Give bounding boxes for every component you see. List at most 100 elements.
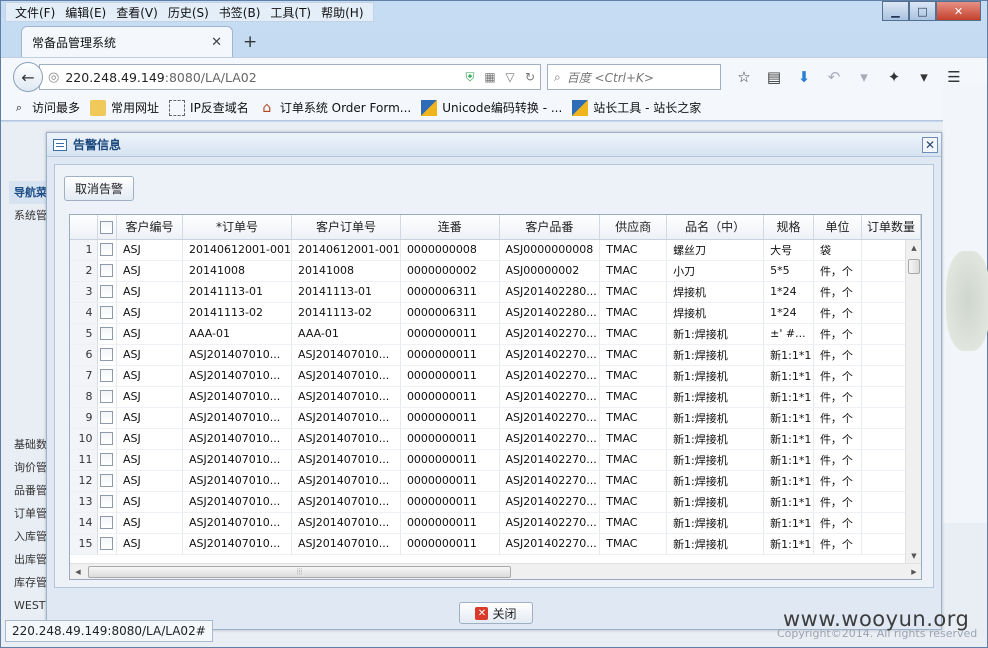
nav-inquiry[interactable]: 询价管 bbox=[9, 456, 49, 479]
shield-icon[interactable]: ⛨ bbox=[460, 70, 480, 85]
menu-view[interactable]: 查看(V) bbox=[111, 4, 163, 21]
addon-dropdown-icon[interactable]: ▾ bbox=[911, 66, 937, 88]
nav-basic-data[interactable]: 基础数 bbox=[9, 433, 49, 456]
nav-outbound[interactable]: 出库管 bbox=[9, 548, 49, 571]
column-header[interactable]: 供应商 bbox=[599, 215, 668, 240]
row-checkbox[interactable] bbox=[97, 323, 117, 345]
navigation-toolbar: ◎ 220.248.49.149:8080/LA/LA02 ⛨ ▦ ▽ ↻ ← … bbox=[1, 57, 987, 95]
row-checkbox[interactable] bbox=[97, 428, 117, 450]
row-checkbox[interactable] bbox=[97, 344, 117, 366]
dialog-close-icon[interactable]: ✕ bbox=[922, 136, 938, 153]
select-all-checkbox[interactable] bbox=[97, 215, 117, 240]
row-checkbox[interactable] bbox=[97, 281, 117, 303]
table-row[interactable]: 5 ASJ AAA-01 AAA-01 0000000011 ASJ201402270..… bbox=[70, 323, 921, 345]
menu-tools[interactable]: 工具(T) bbox=[265, 4, 316, 21]
column-header[interactable]: 客户品番 bbox=[499, 215, 601, 240]
table-row[interactable]: 11 ASJ ASJ201407010... ASJ201407010... 00000… bbox=[70, 449, 921, 471]
back-button[interactable]: ← bbox=[13, 62, 43, 92]
menu-edit[interactable]: 编辑(E) bbox=[60, 4, 111, 21]
row-checkbox[interactable] bbox=[97, 491, 117, 513]
scroll-right-arrow-icon[interactable]: ▶ bbox=[906, 564, 921, 579]
tab-active[interactable]: 常备品管理系统 ✕ bbox=[21, 26, 233, 57]
column-header[interactable]: *订单号 bbox=[182, 215, 292, 240]
table-row[interactable]: 8 ASJ ASJ201407010... ASJ201407010... 000000… bbox=[70, 386, 921, 408]
reload-icon[interactable]: ↻ bbox=[520, 70, 540, 84]
menu-file[interactable]: 文件(F) bbox=[10, 4, 60, 21]
row-checkbox[interactable] bbox=[97, 512, 117, 534]
row-checkbox[interactable] bbox=[97, 407, 117, 429]
horizontal-scrollbar[interactable]: ◀ ⦙⦙⦙ ▶ bbox=[70, 563, 921, 579]
table-cell: ASJ bbox=[116, 407, 184, 429]
star-icon[interactable]: ☆ bbox=[731, 66, 757, 88]
menu-bookmarks[interactable]: 书签(B) bbox=[214, 4, 266, 21]
bookmark-most-visited[interactable]: ⌕ 访问最多 bbox=[11, 99, 80, 116]
column-header[interactable]: 单位 bbox=[813, 215, 863, 240]
table-row[interactable]: 12 ASJ ASJ201407010... ASJ201407010... 00000… bbox=[70, 470, 921, 492]
maximize-button[interactable]: □ bbox=[909, 1, 936, 21]
new-tab-icon[interactable]: + bbox=[243, 32, 257, 52]
nav-part-number[interactable]: 品番管 bbox=[9, 479, 49, 502]
column-header[interactable]: 品名（中） bbox=[666, 215, 765, 240]
bookmark-chinaz-tools[interactable]: 站长工具 - 站长之家 bbox=[572, 99, 701, 116]
row-checkbox[interactable] bbox=[97, 302, 117, 324]
scroll-down-arrow-icon[interactable]: ▼ bbox=[906, 548, 921, 564]
table-row[interactable]: 2 ASJ 20141008 20141008 0000000002 ASJ0000000… bbox=[70, 260, 921, 282]
nav-header[interactable]: 导航菜 bbox=[9, 181, 49, 204]
column-header[interactable]: 订单数量 bbox=[861, 215, 921, 240]
menu-help[interactable]: 帮助(H) bbox=[316, 4, 368, 21]
window-close-button[interactable]: ✕ bbox=[936, 1, 981, 21]
url-bar[interactable]: ◎ 220.248.49.149:8080/LA/LA02 ⛨ ▦ ▽ ↻ bbox=[39, 64, 541, 90]
horizontal-scroll-thumb[interactable]: ⦙⦙⦙ bbox=[88, 566, 511, 578]
table-cell: 20141113-01 bbox=[291, 281, 401, 303]
dropdown-icon[interactable]: ▾ bbox=[851, 66, 877, 88]
bookmark-unicode-converter[interactable]: Unicode编码转换 - ... bbox=[421, 99, 562, 116]
column-header[interactable]: 连番 bbox=[400, 215, 500, 240]
nav-system[interactable]: 系统管 bbox=[9, 204, 49, 227]
nav-west[interactable]: WEST bbox=[9, 594, 49, 617]
table-row[interactable]: 9 ASJ ASJ201407010... ASJ201407010... 000000… bbox=[70, 407, 921, 429]
row-checkbox[interactable] bbox=[97, 386, 117, 408]
qr-code-icon[interactable]: ▦ bbox=[480, 70, 500, 84]
bookmark-order-system[interactable]: ⌂ 订单系统 Order Form... bbox=[259, 99, 411, 116]
nav-orders[interactable]: 订单管 bbox=[9, 502, 49, 525]
search-field[interactable]: ⌕ 百度 <Ctrl+K> bbox=[547, 64, 721, 90]
nav-inbound[interactable]: 入库管 bbox=[9, 525, 49, 548]
minimize-button[interactable]: ▁ bbox=[882, 1, 909, 21]
menu-history[interactable]: 历史(S) bbox=[163, 4, 214, 21]
addon-icon[interactable]: ✦ bbox=[881, 66, 907, 88]
bookmark-common-sites[interactable]: 常用网址 bbox=[90, 99, 159, 116]
row-checkbox[interactable] bbox=[97, 449, 117, 471]
checkbox-box bbox=[100, 390, 114, 404]
dropdown-arrow-icon[interactable]: ▽ bbox=[500, 70, 520, 84]
cancel-alarm-button[interactable]: 取消告警 bbox=[64, 176, 134, 201]
row-checkbox[interactable] bbox=[97, 470, 117, 492]
table-row[interactable]: 1 ASJ 20140612001-001 20140612001-001 000000… bbox=[70, 239, 921, 261]
close-button[interactable]: ✕ 关闭 bbox=[459, 602, 533, 624]
vertical-scrollbar[interactable]: ▲ ▼ bbox=[905, 240, 921, 564]
download-icon[interactable]: ⬇ bbox=[791, 66, 817, 88]
table-row[interactable]: 15 ASJ ASJ201407010... ASJ201407010... 00000… bbox=[70, 533, 921, 555]
table-row[interactable]: 13 ASJ ASJ201407010... ASJ201407010... 00000… bbox=[70, 491, 921, 513]
scroll-up-arrow-icon[interactable]: ▲ bbox=[906, 240, 921, 256]
row-checkbox[interactable] bbox=[97, 533, 117, 555]
table-row[interactable]: 3 ASJ 20141113-01 20141113-01 0000006311 ASJ2… bbox=[70, 281, 921, 303]
bookmark-ip-lookup[interactable]: IP反查域名 bbox=[169, 99, 249, 116]
column-header[interactable]: 客户订单号 bbox=[291, 215, 401, 240]
scroll-left-arrow-icon[interactable]: ◀ bbox=[70, 564, 86, 579]
nav-inventory[interactable]: 库存管 bbox=[9, 571, 49, 594]
table-row[interactable]: 14 ASJ ASJ201407010... ASJ201407010... 00000… bbox=[70, 512, 921, 534]
table-row[interactable]: 4 ASJ 20141113-02 20141113-02 0000006311 ASJ2… bbox=[70, 302, 921, 324]
table-row[interactable]: 10 ASJ ASJ201407010... ASJ201407010... 00000… bbox=[70, 428, 921, 450]
reader-list-icon[interactable]: ▤ bbox=[761, 66, 787, 88]
row-checkbox[interactable] bbox=[97, 365, 117, 387]
row-checkbox[interactable] bbox=[97, 260, 117, 282]
row-checkbox[interactable] bbox=[97, 239, 117, 261]
table-row[interactable]: 7 ASJ ASJ201407010... ASJ201407010... 000000… bbox=[70, 365, 921, 387]
table-cell: 新1:焊接机 bbox=[666, 428, 765, 450]
table-row[interactable]: 6 ASJ ASJ201407010... ASJ201407010... 000000… bbox=[70, 344, 921, 366]
column-header[interactable]: 规格 bbox=[763, 215, 814, 240]
tab-close-icon[interactable]: ✕ bbox=[211, 35, 222, 50]
vertical-scroll-thumb[interactable] bbox=[908, 259, 920, 274]
undo-icon[interactable]: ↶ bbox=[821, 66, 847, 88]
column-header[interactable]: 客户编号 bbox=[116, 215, 184, 240]
